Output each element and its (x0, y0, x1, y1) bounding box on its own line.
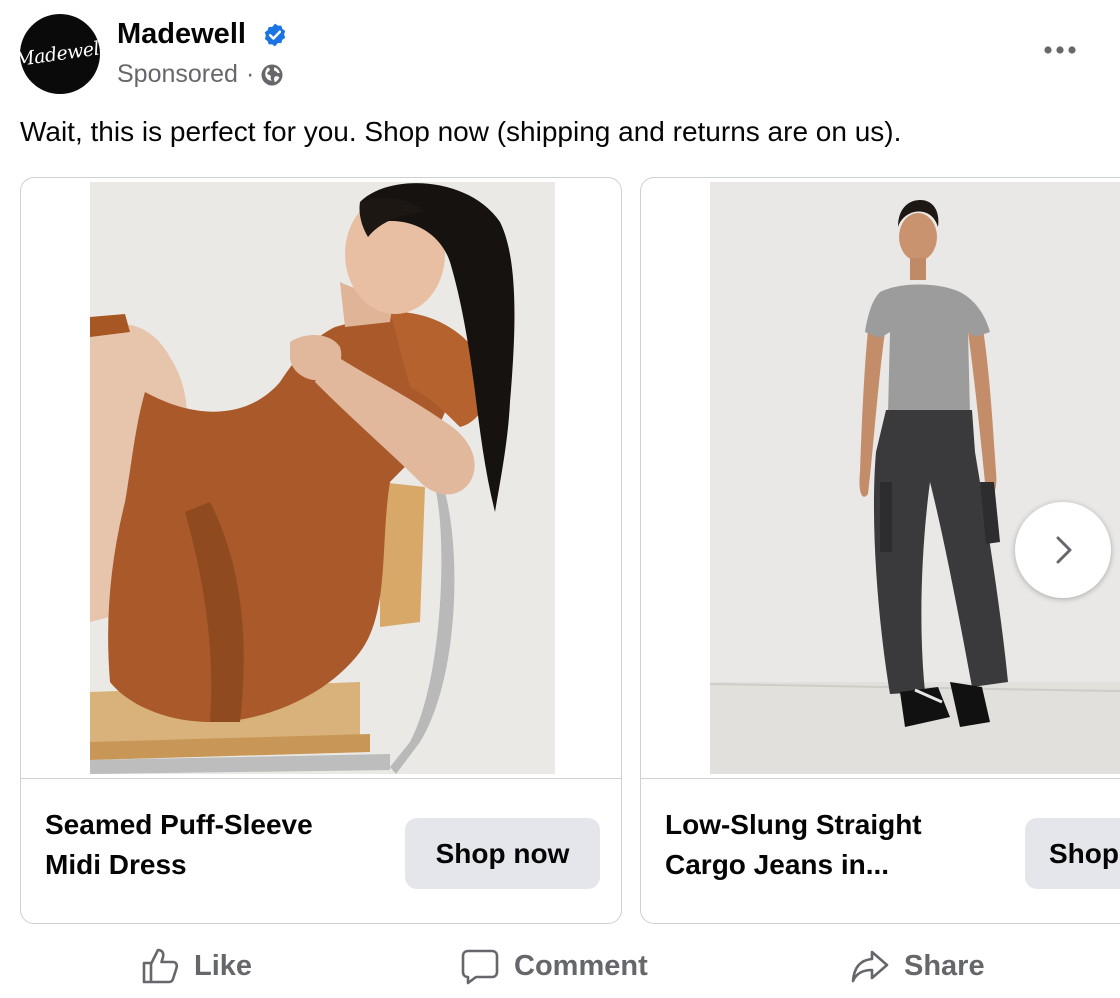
share-label: Share (904, 949, 985, 982)
share-button[interactable]: Share (850, 942, 985, 990)
product-title[interactable]: Low-Slung Straight Cargo Jeans in... (665, 805, 995, 885)
globe-icon[interactable] (260, 63, 284, 87)
more-options-button[interactable] (1040, 30, 1080, 70)
more-options-icon (1044, 46, 1076, 54)
carousel-card[interactable]: Seamed Puff-Sleeve Midi Dress Shop now (20, 177, 622, 924)
product-image (90, 182, 555, 774)
carousel-next-button[interactable] (1015, 502, 1111, 598)
logo-text: Madewell (20, 36, 100, 72)
product-image (710, 182, 1120, 774)
page-name-link[interactable]: Madewell (117, 18, 246, 51)
comment-label: Comment (514, 949, 648, 982)
sponsored-label[interactable]: Sponsored (117, 60, 238, 89)
comment-button[interactable]: Comment (460, 942, 648, 990)
like-button[interactable]: Like (140, 942, 252, 990)
shop-now-button[interactable]: Shop now (405, 818, 600, 889)
product-photo-dress[interactable] (90, 182, 555, 774)
shop-now-button[interactable]: Shop now (1025, 818, 1120, 889)
card-divider (641, 778, 1120, 779)
page-avatar[interactable]: Madewell (20, 14, 100, 94)
like-label: Like (194, 949, 253, 982)
share-icon (851, 950, 889, 983)
post-caption: Wait, this is perfect for you. Shop now … (20, 116, 902, 147)
verified-badge-icon (264, 23, 286, 47)
card-divider (21, 778, 621, 779)
comment-icon (461, 949, 499, 985)
product-photo-jeans[interactable] (710, 182, 1120, 774)
product-title[interactable]: Seamed Puff-Sleeve Midi Dress (45, 805, 375, 885)
post-meta: Sponsored · (117, 60, 284, 89)
chevron-right-icon (1056, 536, 1072, 564)
like-icon (142, 948, 179, 984)
meta-separator: · (245, 60, 255, 88)
